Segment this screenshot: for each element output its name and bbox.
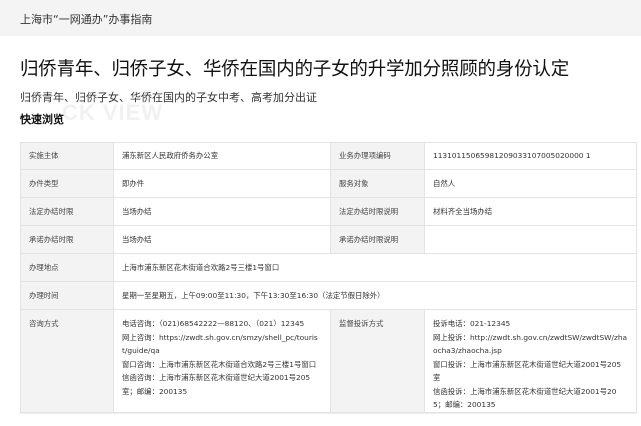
complaint-value: 投诉电话：021-12345 网上投诉：http://zwdt.sh.gov.c… bbox=[424, 309, 637, 413]
table-row: 咨询方式 电话咨询：（021)68542222—88120、（021）12345… bbox=[20, 309, 637, 413]
legal-note-label: 法定办结时限说明 bbox=[330, 197, 425, 226]
legal-time-value: 当场办结 bbox=[113, 197, 331, 226]
type-value: 即办件 bbox=[113, 169, 331, 198]
info-table: 实施主体 浦东新区人民政府侨务办公室 业务办理项编码 1131011506598… bbox=[20, 142, 637, 413]
consult-line: 窗口咨询：上海市浦东新区花木街道合欢路2号三楼1号窗口 bbox=[122, 359, 317, 369]
complaint-label: 监督投诉方式 bbox=[330, 309, 425, 413]
table-row: 办理时间 星期一至星期五，上午09:00至11:30，下午13:30至16:30… bbox=[20, 281, 637, 310]
consult-line: 信函咨询：上海市浦东新区花木街道世纪大道2001号205室；邮编：200135 bbox=[122, 373, 311, 396]
table-row: 办理地点 上海市浦东新区花木街道合欢路2号三楼1号窗口 bbox=[20, 253, 637, 282]
complaint-line: 投诉电话：021-12345 bbox=[433, 319, 511, 328]
complaint-line: 信函投诉：上海市浦东新区花木街道世纪大道2001号205；邮编：200135 bbox=[433, 386, 617, 410]
table-row: 实施主体 浦东新区人民政府侨务办公室 业务办理项编码 1131011506598… bbox=[20, 142, 637, 170]
table-row: 法定办结时限 当场办结 法定办结时限说明 材料齐全当场办结 bbox=[20, 197, 637, 226]
promise-note-value bbox=[424, 225, 637, 254]
legal-note-value: 材料齐全当场办结 bbox=[424, 197, 637, 226]
section-title: 快速浏览 bbox=[20, 113, 64, 126]
hours-label: 办理时间 bbox=[20, 281, 114, 310]
implementer-value: 浦东新区人民政府侨务办公室 bbox=[113, 142, 331, 170]
promise-time-value: 当场办结 bbox=[113, 225, 331, 254]
section-watermark: CK VIEW bbox=[62, 100, 164, 125]
hours-value: 星期一至星期五，上午09:00至11:30，下午13:30至16:30（法定节假… bbox=[113, 281, 637, 310]
legal-time-label: 法定办结时限 bbox=[20, 197, 114, 226]
target-value: 自然人 bbox=[424, 169, 637, 198]
implementer-label: 实施主体 bbox=[20, 142, 114, 170]
top-bar: 上海市“一网通办”办事指南 bbox=[0, 0, 641, 36]
consult-line: 电话咨询：（021)68542222—88120、（021）12345 bbox=[122, 319, 305, 328]
target-label: 服务对象 bbox=[330, 169, 425, 198]
consult-line[interactable]: 网上咨询：https://zwdt.sh.gov.cn/smzy/shell_p… bbox=[122, 331, 322, 358]
page-title: 归侨青年、归侨子女、华侨在国内的子女的升学加分照顾的身份认定 bbox=[20, 59, 570, 80]
consult-label: 咨询方式 bbox=[20, 309, 114, 413]
table-row: 承诺办结时限 当场办结 承诺办结时限说明 bbox=[20, 225, 637, 254]
code-label: 业务办理项编码 bbox=[330, 142, 425, 170]
table-row: 办件类型 即办件 服务对象 自然人 bbox=[20, 169, 637, 198]
consult-value: 电话咨询：（021)68542222—88120、（021）12345 网上咨询… bbox=[113, 309, 331, 413]
site-title[interactable]: 上海市“一网通办”办事指南 bbox=[20, 11, 152, 27]
promise-note-label: 承诺办结时限说明 bbox=[330, 225, 425, 254]
location-value: 上海市浦东新区花木街道合欢路2号三楼1号窗口 bbox=[113, 253, 637, 282]
type-label: 办件类型 bbox=[20, 169, 114, 198]
location-label: 办理地点 bbox=[20, 253, 114, 282]
complaint-line: 窗口投诉：上海市浦东新区花木街道世纪大道2001号205室 bbox=[433, 359, 622, 383]
complaint-line[interactable]: 网上投诉：http://zwdt.sh.gov.cn/zwdtSW/zwdtSW… bbox=[433, 331, 628, 358]
promise-time-label: 承诺办结时限 bbox=[20, 225, 114, 254]
code-value: 11310115065981209033107005020000 1 bbox=[424, 142, 637, 170]
